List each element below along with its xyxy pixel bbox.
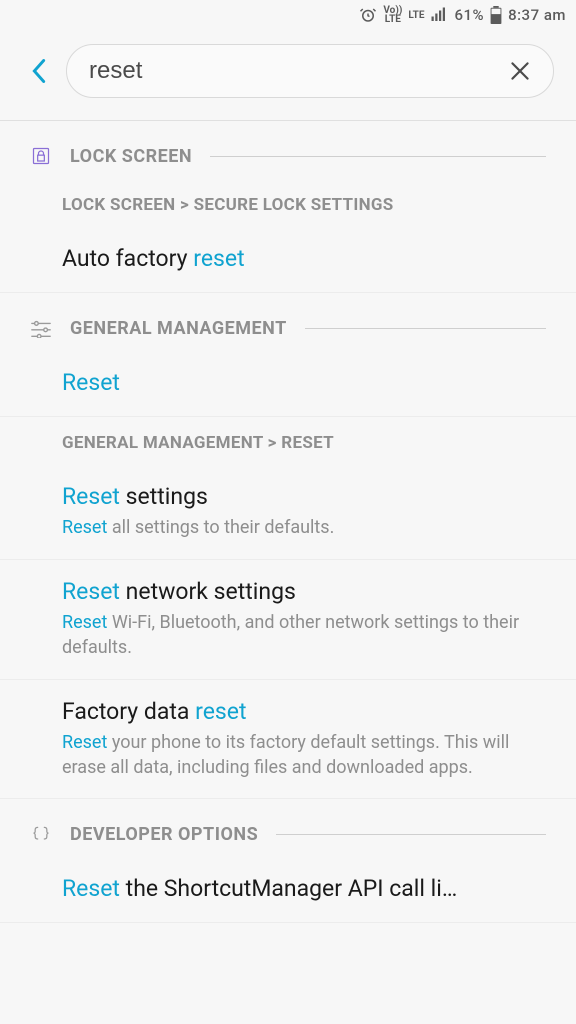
result-factory-data-reset[interactable]: Factory data reset Reset your phone to i… bbox=[0, 680, 576, 800]
result-title: Auto factory reset bbox=[62, 243, 546, 274]
divider bbox=[276, 834, 546, 835]
volte-icon: Vo)) LTE bbox=[383, 6, 402, 24]
breadcrumb: LOCK SCREEN > SECURE LOCK SETTINGS bbox=[0, 179, 576, 227]
section-lock-screen: LOCK SCREEN bbox=[0, 121, 576, 179]
search-input[interactable] bbox=[89, 57, 505, 85]
sliders-icon bbox=[30, 317, 52, 339]
close-icon bbox=[507, 58, 533, 84]
result-reset-network-settings[interactable]: Reset network settings Reset Wi-Fi, Blue… bbox=[0, 560, 576, 680]
result-auto-factory-reset[interactable]: Auto factory reset bbox=[0, 227, 576, 293]
result-title: Reset the ShortcutManager API call li… bbox=[62, 873, 546, 904]
section-general-management: GENERAL MANAGEMENT bbox=[0, 293, 576, 351]
status-bar: Vo)) LTE LTE 61% 8:37 am bbox=[0, 0, 576, 30]
alarm-icon bbox=[359, 6, 377, 24]
braces-icon bbox=[30, 823, 52, 845]
result-subtitle: Reset all settings to their defaults. bbox=[62, 516, 546, 541]
divider bbox=[305, 328, 546, 329]
section-label: LOCK SCREEN bbox=[70, 146, 192, 167]
back-button[interactable] bbox=[26, 56, 52, 86]
battery-icon bbox=[490, 6, 502, 24]
result-subtitle: Reset your phone to its factory default … bbox=[62, 731, 546, 781]
section-label: DEVELOPER OPTIONS bbox=[70, 824, 258, 845]
result-reset-settings[interactable]: Reset settings Reset all settings to the… bbox=[0, 465, 576, 560]
lock-icon bbox=[30, 145, 52, 167]
result-title: Reset bbox=[62, 367, 546, 398]
search-results: LOCK SCREEN LOCK SCREEN > SECURE LOCK SE… bbox=[0, 121, 576, 923]
signal-icon bbox=[430, 6, 448, 24]
lte-icon: LTE bbox=[408, 11, 424, 20]
divider bbox=[210, 156, 546, 157]
battery-percentage: 61% bbox=[454, 6, 484, 24]
search-field[interactable] bbox=[66, 44, 554, 98]
chevron-left-icon bbox=[30, 57, 48, 85]
section-label: GENERAL MANAGEMENT bbox=[70, 318, 287, 339]
clear-button[interactable] bbox=[505, 56, 535, 86]
result-reset-shortcutmanager[interactable]: Reset the ShortcutManager API call li… bbox=[0, 857, 576, 923]
breadcrumb: GENERAL MANAGEMENT > RESET bbox=[0, 417, 576, 465]
clock: 8:37 am bbox=[508, 6, 566, 24]
search-header bbox=[0, 30, 576, 121]
result-title: Factory data reset bbox=[62, 696, 546, 727]
section-developer-options: DEVELOPER OPTIONS bbox=[0, 799, 576, 857]
result-title: Reset network settings bbox=[62, 576, 546, 607]
result-title: Reset settings bbox=[62, 481, 546, 512]
result-subtitle: Reset Wi-Fi, Bluetooth, and other networ… bbox=[62, 611, 546, 661]
result-reset[interactable]: Reset bbox=[0, 351, 576, 417]
